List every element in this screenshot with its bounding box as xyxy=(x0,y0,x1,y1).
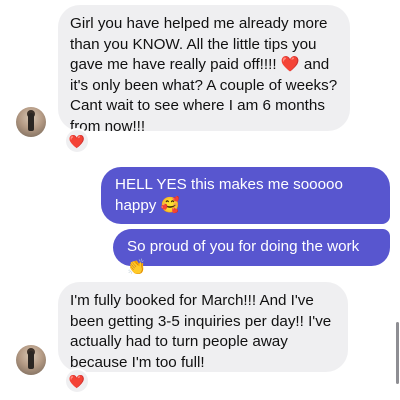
heart-reaction-icon[interactable]: ❤️ xyxy=(64,368,90,394)
contact-avatar[interactable] xyxy=(16,107,46,137)
incoming-message-bubble[interactable]: Girl you have helped me already more tha… xyxy=(58,5,350,135)
incoming-message-bubble[interactable]: I'm fully booked for March!!! And I've b… xyxy=(58,282,348,372)
scrollbar[interactable] xyxy=(396,322,399,384)
outgoing-message-bubble[interactable]: HELL YES this makes me sooooo happy 🥰 xyxy=(101,167,390,224)
heart-reaction-icon[interactable]: ❤️ xyxy=(64,128,90,154)
message-thread: Girl you have helped me already more tha… xyxy=(0,0,400,400)
outgoing-message-bubble[interactable]: So proud of you for doing the work 👏 xyxy=(113,229,390,276)
contact-avatar[interactable] xyxy=(16,345,46,375)
